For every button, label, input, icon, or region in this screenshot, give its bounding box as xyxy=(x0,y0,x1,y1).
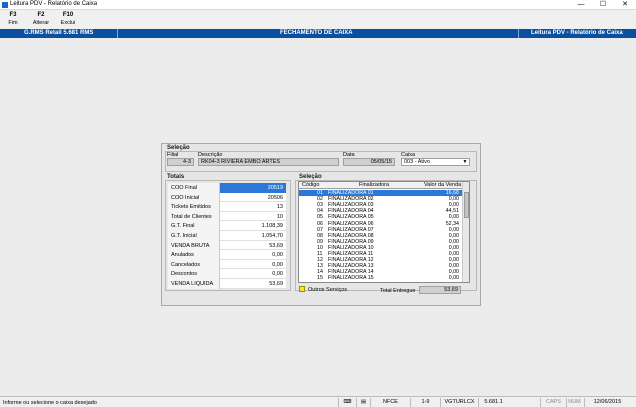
minimize-icon[interactable]: — xyxy=(570,0,592,10)
status-nfce: NFCE xyxy=(370,398,410,407)
caixa-select[interactable]: 003 - Ativo ▼ xyxy=(401,158,470,166)
scroll-thumb[interactable] xyxy=(464,192,469,218)
grid-header: Código Finalizadora Valor da Venda xyxy=(299,182,463,189)
fim-button[interactable]: F3 Fim xyxy=(1,12,25,26)
totais-row[interactable]: COO Final 20519 xyxy=(168,183,286,193)
status-date: 12/06/2015 xyxy=(584,398,630,407)
data-field[interactable]: 05/05/15 xyxy=(343,158,395,166)
outros-servicos-label: Outros Serviços xyxy=(308,287,348,293)
app-icon xyxy=(2,2,8,8)
totais-row[interactable]: Total de Clientes 10 xyxy=(168,211,286,222)
outros-servicos-swatch xyxy=(299,286,305,292)
status-caps: CAPS xyxy=(540,398,566,407)
status-bar: Informe ou selecione o caixa desejado ⌨ … xyxy=(0,396,636,407)
chevron-down-icon[interactable]: ▼ xyxy=(462,160,468,165)
header-title: FECHAMENTO DE CAIXA xyxy=(280,30,353,36)
header-separator xyxy=(117,29,118,38)
totais-value: 1.054,70 xyxy=(261,233,283,239)
totais-label: Tickets Emitidos xyxy=(171,204,211,211)
table-row[interactable]: 15 FINALIZADORA 15 0,00 xyxy=(299,275,463,281)
exclui-key: F10 xyxy=(62,12,74,18)
totais-value: 20506 xyxy=(267,194,283,201)
fim-key: F3 xyxy=(9,12,17,18)
status-range: 1-9 xyxy=(410,398,440,407)
grid-scrollbar[interactable] xyxy=(462,182,469,282)
totais-value: 53,69 xyxy=(269,242,283,249)
status-version: 5.681.1 xyxy=(478,398,508,407)
total-entregue-field: 53,69 xyxy=(419,286,461,294)
close-icon[interactable]: ✕ xyxy=(614,0,636,10)
totais-label: VENDA BRUTA xyxy=(171,242,210,249)
totais-row[interactable]: G.T. Final 1.108,39 xyxy=(168,221,286,231)
totais-label: COO Inicial xyxy=(171,194,200,201)
descricao-field[interactable]: RK04-3 RIVIERA EMBO ARTES xyxy=(198,158,339,166)
totais-row[interactable]: G.T. Inicial 1.054,70 xyxy=(168,231,286,241)
caixa-select-value: 003 - Ativo xyxy=(404,159,430,165)
cell-codigo: 15 xyxy=(317,275,323,282)
header-bar: G.RMS Retail 5.681 RMS FECHAMENTO DE CAI… xyxy=(0,29,636,38)
totais-row[interactable]: Tickets Emitidos 13 xyxy=(168,202,286,212)
header-separator xyxy=(518,29,519,38)
col-codigo[interactable]: Código xyxy=(302,182,319,188)
cell-finalizadora: FINALIZADORA 15 xyxy=(328,275,374,282)
totais-label: VENDA LIQUIDA xyxy=(171,281,214,287)
totais-row[interactable]: Descontos 0,00 xyxy=(168,269,286,279)
filial-field[interactable]: 4-3 xyxy=(167,158,194,166)
col-finalizadora[interactable]: Finalizadora xyxy=(359,182,389,188)
totais-value: 0,00 xyxy=(272,271,283,278)
cell-valor: 0,00 xyxy=(448,275,459,282)
totais-value: 10 xyxy=(276,213,283,220)
totais-row[interactable]: Cancelados 0,00 xyxy=(168,259,286,270)
window-title: Leitura PDV - Relatório de Caixa xyxy=(10,1,98,7)
finalizadoras-grid[interactable]: Código Finalizadora Valor da Venda 01 FIN… xyxy=(298,181,470,283)
totais-value: 20519 xyxy=(267,185,283,191)
totais-row[interactable]: Anulados 0,00 xyxy=(168,250,286,260)
totais-table: COO Final 20519 COO Inicial 20506 Tickets Em… xyxy=(168,183,286,289)
alterar-button[interactable]: F2 Alterar xyxy=(29,12,53,26)
totais-value: 1.108,39 xyxy=(261,223,283,230)
totais-row[interactable]: COO Inicial 20506 xyxy=(168,192,286,203)
totais-label: COO Final xyxy=(171,185,197,191)
totais-label: G.T. Inicial xyxy=(171,233,197,239)
exclui-button[interactable]: F10 Exclui xyxy=(56,12,80,26)
col-valor[interactable]: Valor da Venda xyxy=(424,182,461,188)
fim-label: Fim xyxy=(8,20,18,26)
alterar-label: Alterar xyxy=(32,20,50,26)
status-message: Informe ou selecione o caixa desejado xyxy=(3,400,97,406)
totais-label: Descontos xyxy=(171,271,197,278)
totais-label: Total de Clientes xyxy=(171,213,212,220)
header-module: Leitura PDV - Relatório de Caixa xyxy=(531,30,623,36)
totais-label: G.T. Final xyxy=(171,223,195,230)
status-program: VGTURLCX xyxy=(440,398,478,407)
totais-label: Anulados xyxy=(171,252,194,259)
totais-row[interactable]: VENDA BRUTA 53,69 xyxy=(168,240,286,251)
totais-value: 13 xyxy=(276,204,283,211)
status-num: NUM xyxy=(566,398,582,407)
window-controls: — ☐ ✕ xyxy=(570,0,636,10)
totais-value: 0,00 xyxy=(272,261,283,268)
header-app-version: G.RMS Retail 5.681 RMS xyxy=(24,30,94,36)
total-entregue-label: Total Entregue xyxy=(380,288,416,294)
totais-row[interactable]: VENDA LIQUIDA 53,69 xyxy=(168,279,286,289)
maximize-icon[interactable]: ☐ xyxy=(592,0,614,10)
db-icon: ▤ xyxy=(356,398,370,407)
toolbar: F3 Fim F2 Alterar F10 Exclui xyxy=(0,10,636,29)
totais-label: Cancelados xyxy=(171,261,201,268)
totais-value: 53,69 xyxy=(269,281,283,287)
totais-value: 0,00 xyxy=(272,252,283,259)
keyboard-icon: ⌨ xyxy=(338,398,356,407)
alterar-key: F2 xyxy=(37,12,45,18)
window-titlebar: Leitura PDV - Relatório de Caixa — ☐ ✕ xyxy=(0,0,636,10)
exclui-label: Exclui xyxy=(60,20,76,26)
